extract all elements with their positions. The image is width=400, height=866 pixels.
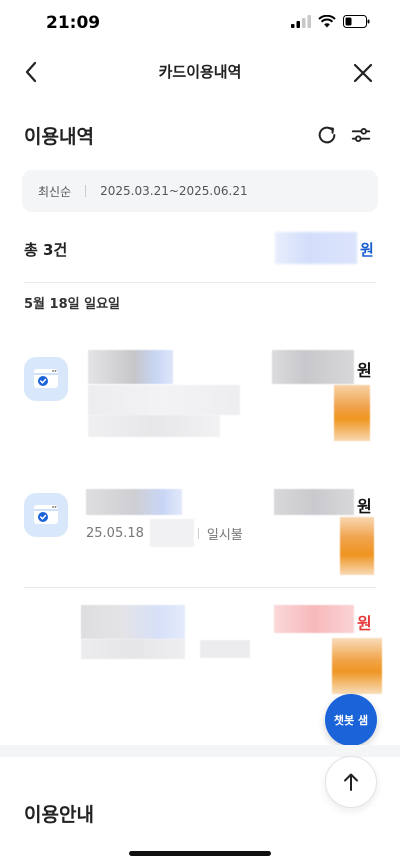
amount-masked <box>274 489 354 515</box>
total-count: 총 3건 <box>24 241 68 259</box>
merchant-masked <box>88 350 173 384</box>
total-currency-unit: 원 <box>360 241 374 259</box>
amount-masked <box>274 605 354 633</box>
signal-icon <box>291 15 311 28</box>
detail-masked <box>88 415 220 437</box>
detail-masked <box>88 385 240 415</box>
sort-order: 최신순 <box>38 184 72 199</box>
status-badge-masked <box>332 638 382 694</box>
merchant-masked <box>86 489 182 515</box>
currency-unit: 원 <box>357 497 372 516</box>
divider <box>24 587 376 588</box>
card-check-icon <box>34 505 58 524</box>
detail-masked <box>81 639 185 659</box>
page-title: 카드이용내역 <box>158 63 242 81</box>
usage-history-title: 이용내역 <box>24 126 94 148</box>
total-amount-masked <box>275 232 357 264</box>
currency-unit: 원 <box>357 614 372 633</box>
transaction-item[interactable]: 25.05.18 일시불 원 <box>0 485 400 585</box>
transaction-date: 25.05.18 <box>86 525 144 541</box>
nav-bar: 카드이용내역 <box>0 48 400 96</box>
status-time: 21:09 <box>46 13 101 33</box>
detail-masked <box>200 640 250 658</box>
transaction-item[interactable]: 원 <box>0 600 400 700</box>
separator <box>197 527 199 539</box>
battery-icon <box>343 15 370 28</box>
currency-unit: 원 <box>357 361 372 380</box>
divider <box>24 282 376 283</box>
separator <box>85 185 87 197</box>
transaction-meta: 25.05.18 일시불 <box>86 519 243 547</box>
home-indicator <box>129 851 271 856</box>
amount-masked <box>272 350 354 384</box>
status-badge-masked <box>334 385 370 441</box>
status-bar: 21:09 <box>0 0 400 48</box>
usage-guide-title: 이용안내 <box>24 804 94 826</box>
date-group-header: 5월 18일 일요일 <box>24 297 120 312</box>
payment-type: 일시불 <box>206 527 243 543</box>
time-masked <box>149 519 194 547</box>
arrow-up-icon <box>344 773 358 791</box>
transaction-item[interactable]: 원 <box>0 345 400 445</box>
period-filter[interactable]: 최신순 2025.03.21~2025.06.21 <box>22 170 378 212</box>
wifi-icon <box>318 15 336 28</box>
status-badge-masked <box>340 517 374 575</box>
scroll-to-top-button[interactable] <box>325 756 377 808</box>
filter-settings-icon[interactable] <box>350 124 372 146</box>
close-icon[interactable] <box>352 62 374 84</box>
status-icons <box>291 15 370 28</box>
card-check-icon <box>34 369 58 388</box>
card-icon <box>24 493 68 537</box>
card-icon <box>24 357 68 401</box>
section-divider-band <box>0 745 400 757</box>
refresh-icon[interactable] <box>316 124 338 146</box>
chatbot-button[interactable]: 챗봇 샘 <box>325 694 377 746</box>
merchant-masked <box>81 605 185 639</box>
date-range: 2025.03.21~2025.06.21 <box>100 184 248 198</box>
